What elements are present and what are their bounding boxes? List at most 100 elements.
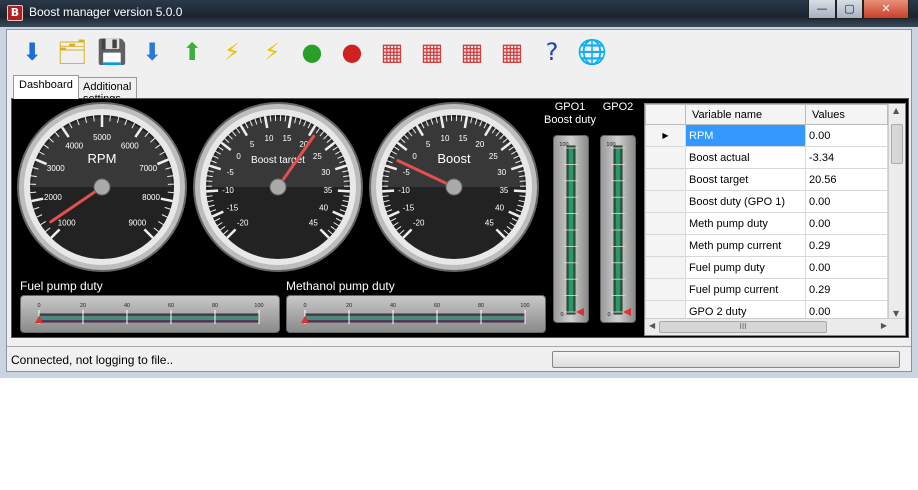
bar-scale-label: 80 bbox=[212, 303, 218, 309]
grid-row[interactable]: Boost actual -3.34 bbox=[645, 146, 888, 169]
map-3d-icon-3[interactable]: ▦ bbox=[455, 35, 489, 69]
grid-cell-variable-name[interactable]: RPM bbox=[685, 124, 806, 147]
grid-horizontal-scrollbar[interactable]: ◀ III ▶ bbox=[645, 318, 905, 335]
gpo2-bar: 100 0 bbox=[600, 135, 636, 323]
scroll-thumb[interactable] bbox=[891, 124, 903, 164]
scroll-left-icon[interactable]: ◀ bbox=[649, 321, 655, 330]
grid-cell-value[interactable]: 20.56 bbox=[805, 168, 888, 191]
gauge-tick bbox=[206, 189, 219, 193]
grid-row[interactable]: Meth pump duty 0.00 bbox=[645, 212, 888, 235]
grid-row[interactable]: Meth pump current 0.29 bbox=[645, 234, 888, 257]
minimize-button[interactable]: — bbox=[808, 0, 836, 19]
maximize-button[interactable]: ▢ bbox=[836, 0, 863, 19]
gauge-tick-label: 10 bbox=[265, 134, 274, 143]
bar-scale-label: 60 bbox=[168, 303, 174, 309]
grid-cell-variable-name[interactable]: Fuel pump duty bbox=[685, 256, 806, 279]
hscroll-thumb[interactable]: III bbox=[659, 321, 827, 333]
grid-cell-variable-name[interactable]: Meth pump current bbox=[685, 234, 806, 257]
grid-cell-value[interactable]: -3.34 bbox=[805, 146, 888, 169]
grid-cell-value[interactable]: 0.00 bbox=[805, 212, 888, 235]
play-green-icon[interactable]: ● bbox=[295, 35, 329, 69]
row-header[interactable] bbox=[645, 168, 686, 191]
grid-cell-variable-name[interactable]: Meth pump duty bbox=[685, 212, 806, 235]
grid-row[interactable]: ▶ RPM 0.00 bbox=[645, 124, 888, 147]
grid-corner bbox=[645, 104, 686, 125]
arrow-up-icon[interactable]: ⬆ bbox=[175, 35, 209, 69]
grid-row[interactable]: Fuel pump current 0.29 bbox=[645, 278, 888, 301]
help-icon[interactable]: ? bbox=[535, 35, 569, 69]
app-icon[interactable]: B bbox=[7, 5, 23, 21]
bar-fill bbox=[306, 316, 524, 320]
status-bar: Connected, not logging to file.. bbox=[7, 346, 911, 372]
bar-fill bbox=[40, 316, 258, 320]
row-header[interactable]: ▶ bbox=[645, 124, 686, 147]
gauge-tick-label: -20 bbox=[413, 218, 425, 227]
gauge-tick-label: -15 bbox=[227, 204, 239, 213]
gpo1-subtitle: Boost duty bbox=[544, 114, 596, 126]
gauge-tick-label: -20 bbox=[237, 218, 249, 227]
row-header[interactable] bbox=[645, 146, 686, 169]
gauge-tick bbox=[382, 180, 389, 182]
map-3d-icon-4[interactable]: ▦ bbox=[495, 35, 529, 69]
close-button[interactable]: ✕ bbox=[863, 0, 909, 19]
window-title: Boost manager version 5.0.0 bbox=[29, 5, 183, 19]
gauge-tick-label: 10 bbox=[441, 134, 450, 143]
grid-row[interactable]: Boost target 20.56 bbox=[645, 168, 888, 191]
gauge-tick-label: 9000 bbox=[128, 218, 146, 227]
grid-row[interactable]: Fuel pump duty 0.00 bbox=[645, 256, 888, 279]
grid-cell-value[interactable]: 0.00 bbox=[805, 256, 888, 279]
gauge-tick-label: 15 bbox=[283, 134, 292, 143]
gauge-tick bbox=[93, 115, 95, 122]
vbar-pointer bbox=[623, 308, 631, 316]
toolbar: ⬇ 🗂 💾 ⬇ ⬆ ⚡ ⚡ ● ● ▦ ▦ ▦ ▦? 🌐 bbox=[11, 32, 909, 72]
scroll-up-icon[interactable]: ▲ bbox=[893, 106, 899, 115]
save-icon[interactable]: 💾 bbox=[95, 35, 129, 69]
grid-cell-value[interactable]: 0.29 bbox=[805, 234, 888, 257]
grid-vertical-scrollbar[interactable]: ▲ ▼ bbox=[888, 104, 905, 320]
row-header[interactable] bbox=[645, 278, 686, 301]
tab-dashboard[interactable]: Dashboard bbox=[13, 75, 79, 99]
tab-additional-settings[interactable]: Additional settings bbox=[77, 77, 138, 105]
gpo1-title: GPO1 bbox=[554, 101, 586, 113]
window-frame: ⬇🗂💾⬇⬆⚡⚡●●▦▦▦▦?🌐 Dashboard Additional set… bbox=[0, 27, 918, 378]
scroll-down-icon[interactable]: ▼ bbox=[893, 309, 899, 318]
row-header[interactable] bbox=[645, 212, 686, 235]
gauge-tick bbox=[519, 180, 526, 182]
row-header[interactable] bbox=[645, 234, 686, 257]
row-header[interactable] bbox=[645, 190, 686, 213]
title-bar[interactable]: B Boost manager version 5.0.0 — ▢ ✕ bbox=[0, 0, 918, 27]
bar-scale-label: 100 bbox=[254, 303, 263, 309]
lightning-circle-icon[interactable]: ⚡ bbox=[215, 35, 249, 69]
map-3d-icon-1[interactable]: ▦ bbox=[375, 35, 409, 69]
grid-cell-variable-name[interactable]: Boost actual bbox=[685, 146, 806, 169]
grid-cell-variable-name[interactable]: Fuel pump current bbox=[685, 278, 806, 301]
gauge-tick-label: 7000 bbox=[139, 164, 157, 173]
grid-cell-value[interactable]: 0.29 bbox=[805, 278, 888, 301]
gauge-label: RPM bbox=[88, 151, 117, 166]
stop-red-icon[interactable]: ● bbox=[335, 35, 369, 69]
globe-update-icon[interactable]: 🌐 bbox=[575, 35, 609, 69]
gauge-tick bbox=[269, 115, 272, 122]
vbar-scale-bottom: 0 bbox=[607, 312, 610, 318]
gauge-tick-label: 20 bbox=[475, 140, 484, 149]
grid-cell-value[interactable]: 0.00 bbox=[805, 124, 888, 147]
col-header-variable-name[interactable]: Variable name bbox=[685, 104, 806, 125]
gauge-tick-label: 2000 bbox=[44, 193, 62, 202]
grid-cell-variable-name[interactable]: Boost target bbox=[685, 168, 806, 191]
gauge-tick bbox=[343, 180, 350, 182]
row-header[interactable] bbox=[645, 256, 686, 279]
arrow-down-icon[interactable]: ⬇ bbox=[135, 35, 169, 69]
grid-cell-value[interactable]: 0.00 bbox=[805, 190, 888, 213]
col-header-values[interactable]: Values bbox=[805, 104, 888, 125]
vbar-scale-top: 100 bbox=[606, 142, 615, 148]
grid-cell-variable-name[interactable]: Boost duty (GPO 1) bbox=[685, 190, 806, 213]
bar-scale-label: 100 bbox=[520, 303, 529, 309]
gauge-tick bbox=[382, 189, 395, 193]
lightning-icon[interactable]: ⚡ bbox=[255, 35, 289, 69]
grid-row[interactable]: Boost duty (GPO 1) 0.00 bbox=[645, 190, 888, 213]
folder-refresh-icon[interactable]: 🗂 bbox=[55, 35, 89, 69]
download-icon[interactable]: ⬇ bbox=[15, 35, 49, 69]
variables-grid[interactable]: Variable name Values ▶ RPM 0.00 Boost actua… bbox=[644, 103, 906, 336]
scroll-right-icon[interactable]: ▶ bbox=[881, 321, 887, 330]
map-3d-icon-2[interactable]: ▦ bbox=[415, 35, 449, 69]
